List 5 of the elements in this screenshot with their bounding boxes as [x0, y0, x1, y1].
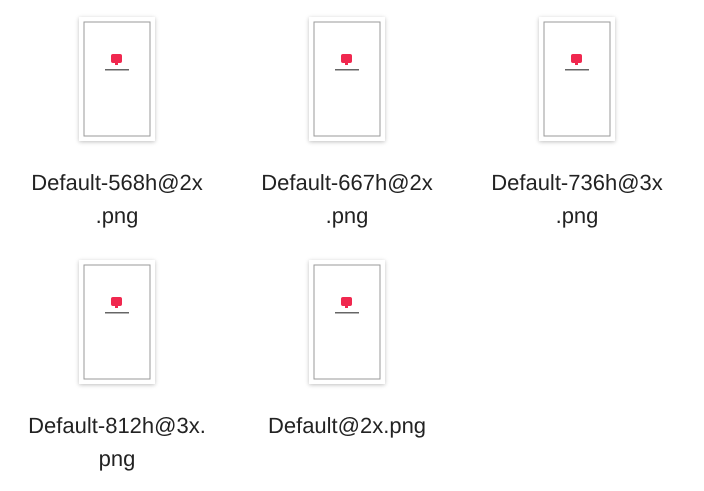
file-name[interactable]: Default-736h@3x .png — [487, 166, 667, 232]
file-name[interactable]: Default@2x.png — [264, 408, 430, 442]
file-name[interactable]: Default-568h@2x .png — [27, 166, 207, 232]
file-name[interactable]: Default-667h@2x .png — [257, 166, 437, 232]
file-name[interactable]: Default-812h@3x. png — [24, 408, 210, 474]
